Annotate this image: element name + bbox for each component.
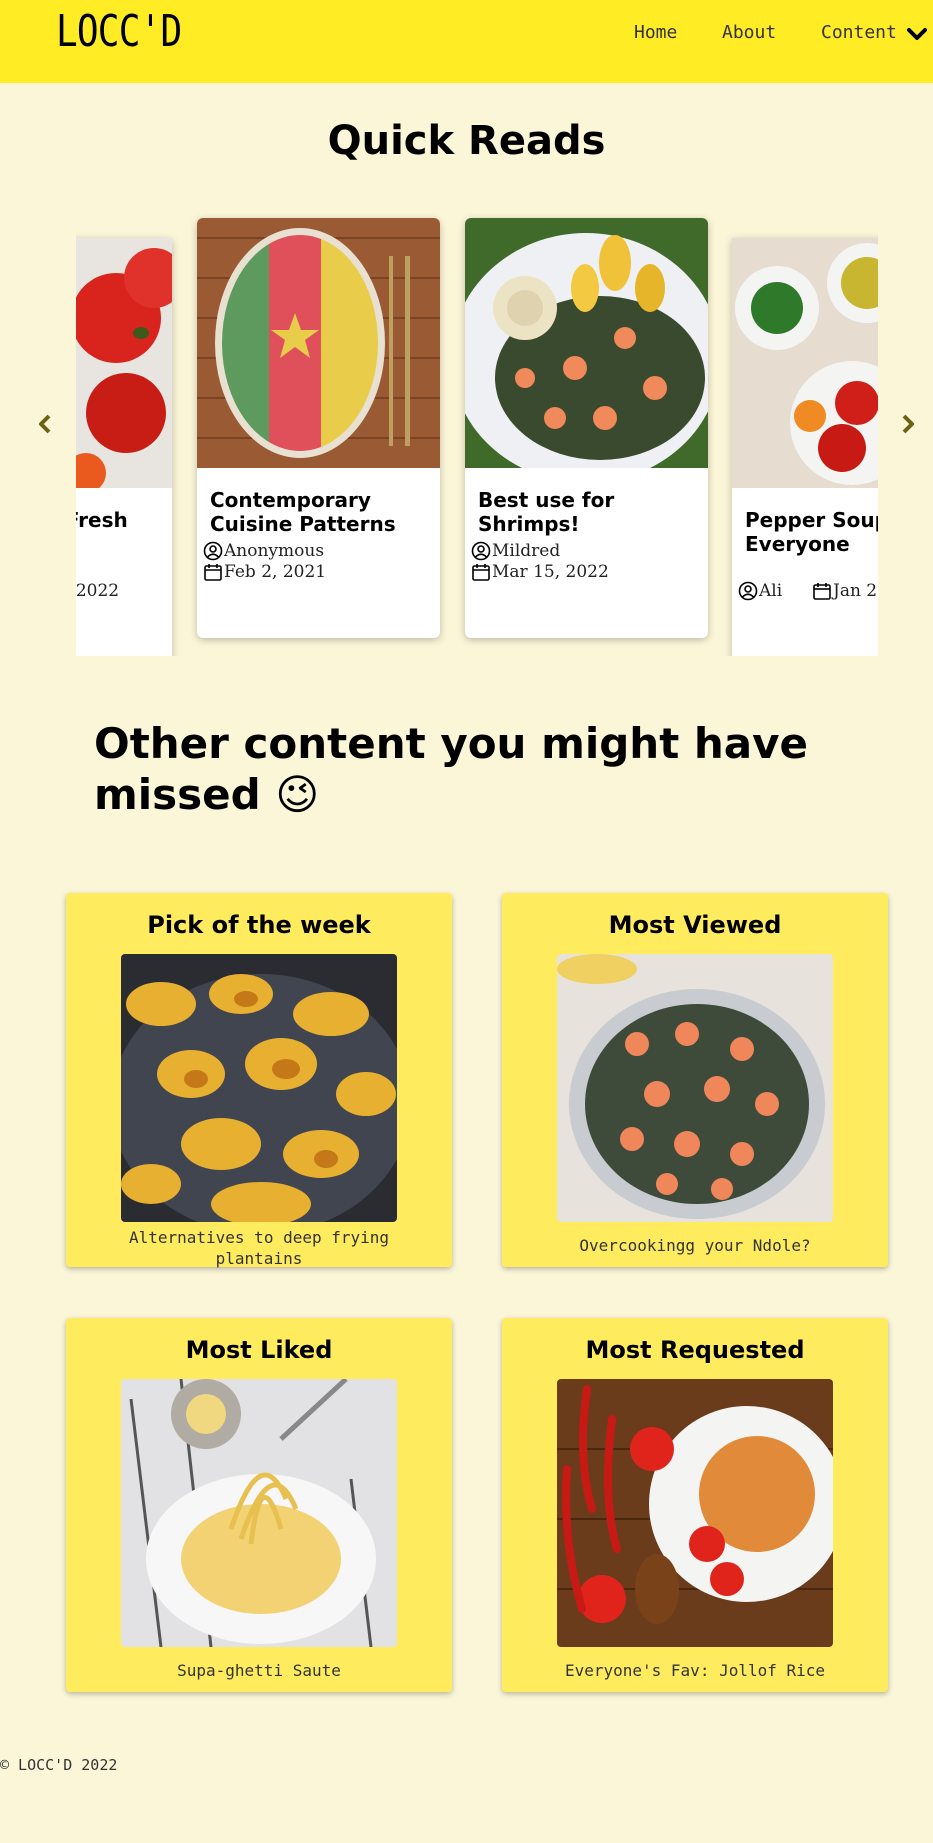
quick-reads-title: Quick Reads	[327, 118, 606, 164]
footer-copyright: © LOCC'D 2022	[0, 1756, 118, 1774]
card-date: Mar 15, 2022	[471, 562, 609, 582]
chevron-down-icon[interactable]	[906, 26, 928, 42]
feature-title: Most Liked	[185, 1336, 333, 1364]
feature-caption[interactable]: Overcookingg your Ndole?	[562, 1235, 828, 1256]
card-title[interactable]: ... Fresh	[76, 508, 172, 532]
spaghetti-image	[121, 1379, 397, 1647]
other-content-title: Other content you might have missed 😉	[94, 719, 808, 819]
cameroon-plate-image	[197, 218, 440, 468]
jollof-rice-image	[557, 1379, 833, 1647]
feature-title: Most Requested	[585, 1336, 805, 1364]
nav-home[interactable]: Home	[634, 22, 677, 43]
user-icon	[471, 541, 491, 561]
feature-card-pick-of-week[interactable]: Pick of the week Alternatives to deep fr…	[66, 893, 452, 1269]
feature-caption[interactable]: Alternatives to deep frying plantains	[126, 1227, 392, 1269]
card-title[interactable]: Contemporary Cuisine Patterns	[210, 488, 410, 536]
quick-read-card[interactable]: Pepper Soup Everyone Ali Jan 2,	[732, 238, 878, 656]
quick-read-card[interactable]: Best use for Shrimps! Mildred Mar 15, 20…	[465, 218, 708, 638]
quick-reads-carousel[interactable]: ... Fresh ...3, 2022 Contemporary	[76, 210, 878, 656]
shrimp-ndole-image	[465, 218, 708, 468]
calendar-icon	[472, 564, 490, 581]
user-icon	[203, 541, 223, 561]
calendar-icon	[813, 583, 831, 600]
card-title[interactable]: Best use for Shrimps!	[478, 488, 678, 536]
carousel-next-icon[interactable]	[899, 412, 917, 436]
carousel-prev-icon[interactable]	[36, 412, 54, 436]
card-title[interactable]: Pepper Soup Everyone	[745, 508, 878, 556]
ndole-shrimp-image	[557, 954, 833, 1222]
fried-plantains-image	[121, 954, 397, 1222]
nav-content[interactable]: Content	[821, 22, 897, 43]
feature-caption[interactable]: Everyone's Fav: Jollof Rice	[542, 1660, 848, 1681]
card-date: Feb 2, 2021	[203, 562, 326, 582]
feature-title: Most Viewed	[608, 911, 782, 939]
card-author: Ali	[738, 581, 782, 601]
feature-caption[interactable]: Supa-ghetti Saute	[126, 1660, 392, 1681]
card-date: ...3, 2022	[76, 581, 120, 601]
feature-card-most-liked[interactable]: Most Liked Supa-ghetti Saute	[66, 1318, 452, 1692]
quick-read-card[interactable]: Contemporary Cuisine Patterns Anonymous …	[197, 218, 440, 638]
feature-card-most-viewed[interactable]: Most Viewed Overcookingg your Ndole?	[502, 893, 888, 1267]
feature-title: Pick of the week	[147, 911, 371, 939]
user-icon	[738, 581, 758, 601]
card-date: Jan 2,	[812, 581, 878, 601]
quick-read-card[interactable]: ... Fresh ...3, 2022	[76, 238, 172, 656]
card-author: Mildred	[471, 541, 560, 561]
pepper-soup-ingredients-image	[732, 238, 878, 488]
feature-card-most-requested[interactable]: Most Requested Everyone's Fav: Jollof Ri…	[502, 1318, 888, 1692]
nav-about[interactable]: About	[722, 22, 776, 43]
calendar-icon	[204, 564, 222, 581]
tomatoes-image	[76, 238, 172, 488]
site-logo[interactable]: LOCC'D	[56, 6, 182, 58]
site-header: LOCC'D Home About Content	[0, 0, 933, 83]
card-author: Anonymous	[203, 541, 324, 561]
